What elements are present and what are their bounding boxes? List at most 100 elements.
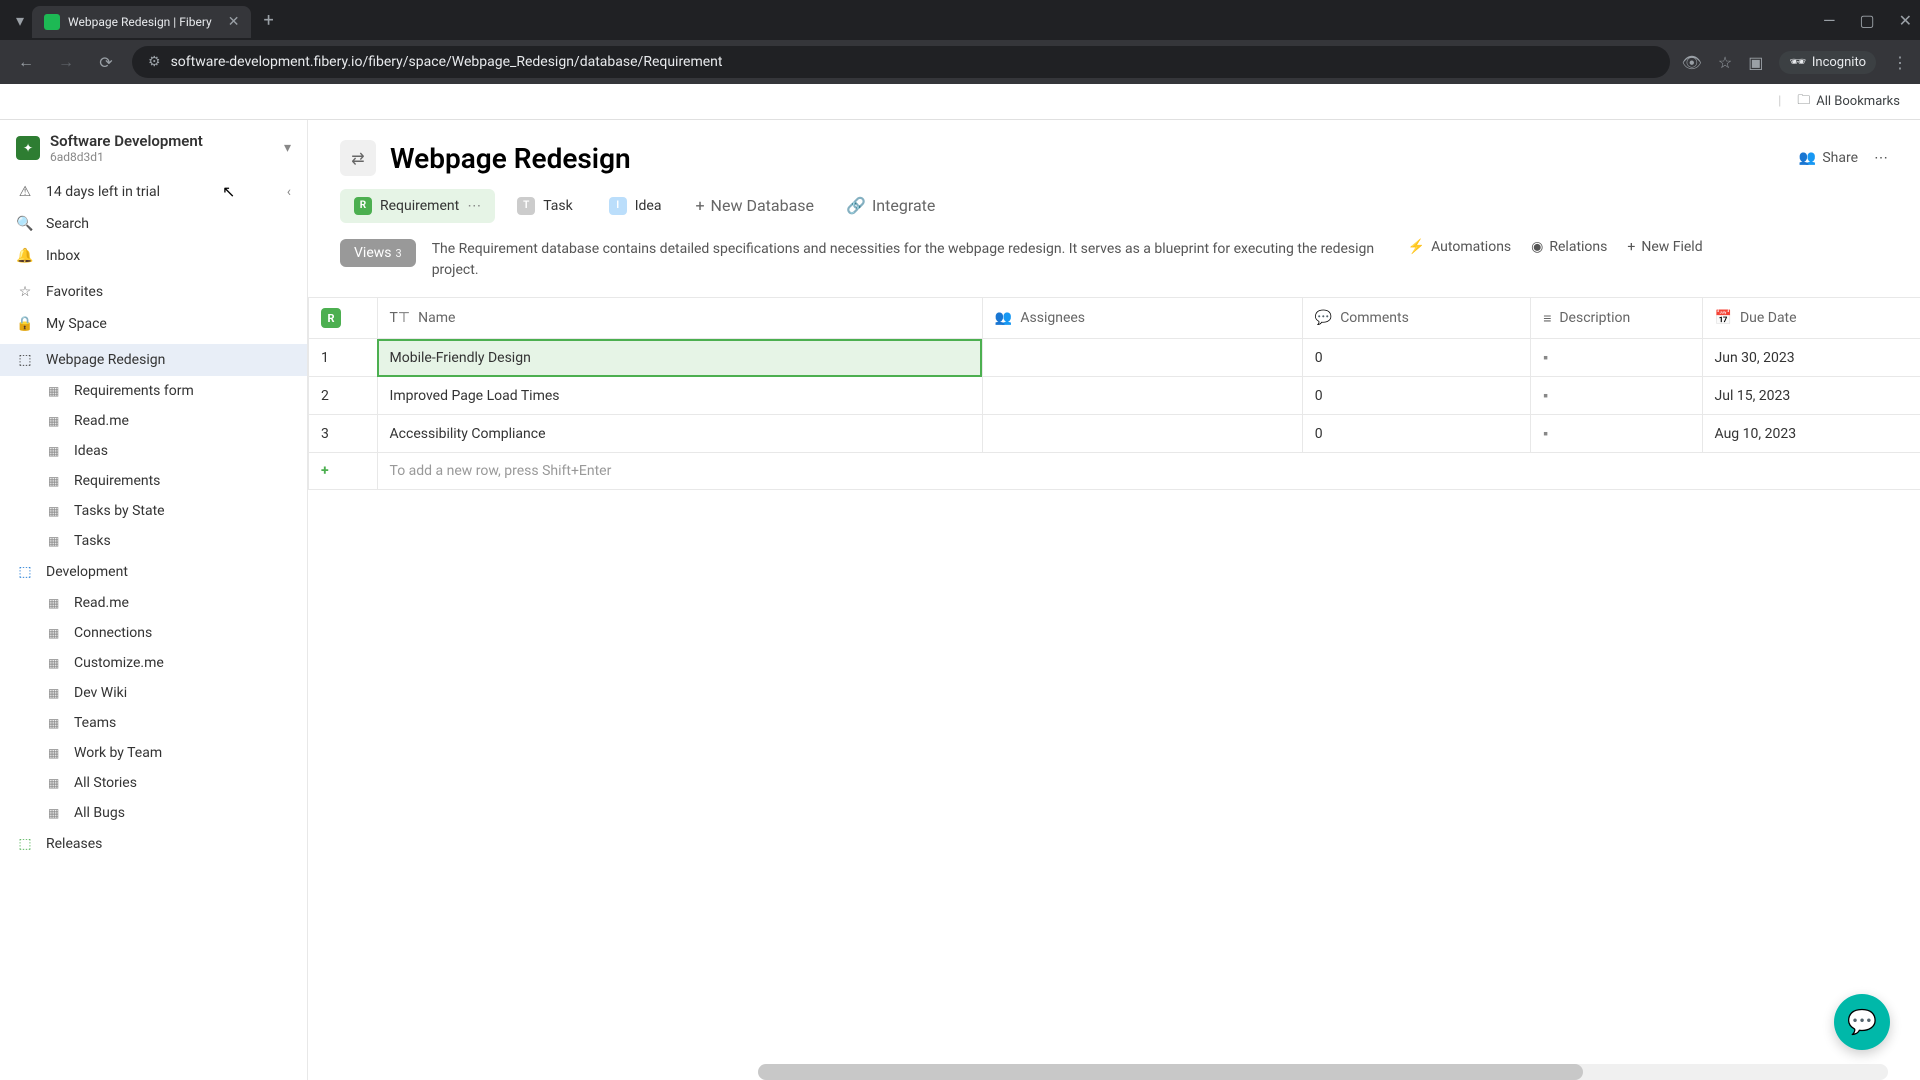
cell-assignees[interactable] [982, 339, 1302, 377]
sidebar-item-read-me[interactable]: ▦Read.me [0, 406, 307, 436]
forward-button[interactable]: → [52, 52, 80, 72]
cell-comments[interactable]: 0 [1302, 377, 1530, 415]
cell-comments[interactable]: 0 [1302, 339, 1530, 377]
sidebar-item-dev-wiki[interactable]: ▦Dev Wiki [0, 678, 307, 708]
sidebar-item-teams[interactable]: ▦Teams [0, 708, 307, 738]
workspace-switcher[interactable]: ✦ Software Development 6ad8d3d1 ▾ [0, 120, 307, 176]
tabs-dropdown-icon[interactable]: ▾ [8, 11, 32, 30]
view-icon: ▦ [48, 534, 64, 548]
minimize-icon[interactable]: ― [1823, 11, 1836, 30]
reload-button[interactable]: ⟳ [92, 53, 120, 72]
sidebar-item-all-bugs[interactable]: ▦All Bugs [0, 798, 307, 828]
cell-name[interactable]: Accessibility Compliance [377, 415, 982, 453]
cell-duedate[interactable]: Aug 10, 2023 [1702, 415, 1920, 453]
cell-description[interactable]: ▪ [1531, 377, 1702, 415]
space-icon: ⬚ [16, 564, 34, 580]
database-table: R T⊤Name 👥Assignees 💬Comments ≡Descripti… [308, 297, 1920, 490]
site-settings-icon[interactable]: ⚙ [148, 54, 161, 70]
horizontal-scrollbar[interactable] [758, 1064, 1888, 1080]
views-button[interactable]: Views 3 [340, 239, 416, 267]
sidebar-item-requirements-form[interactable]: ▦Requirements form [0, 376, 307, 406]
note-icon: ▪ [1543, 350, 1548, 366]
sidebar-item-read-me[interactable]: ▦Read.me [0, 588, 307, 618]
column-header-duedate[interactable]: 📅Due Date [1702, 298, 1920, 339]
cell-name[interactable]: Improved Page Load Times [377, 377, 982, 415]
page-title[interactable]: Webpage Redesign [390, 142, 1785, 175]
column-header-assignees[interactable]: 👥Assignees [982, 298, 1302, 339]
sidebar-item-tasks[interactable]: ▦Tasks [0, 526, 307, 556]
database-tab-task[interactable]: TTask [503, 189, 587, 223]
relations-button[interactable]: ◉ Relations [1531, 239, 1607, 255]
cell-comments[interactable]: 0 [1302, 415, 1530, 453]
address-bar[interactable]: ⚙ software-development.fibery.io/fibery/… [132, 46, 1670, 78]
view-icon: ▦ [48, 414, 64, 428]
sidebar-item-favorites[interactable]: ☆ Favorites [0, 276, 307, 308]
sidebar-item-connections[interactable]: ▦Connections [0, 618, 307, 648]
workspace-name: Software Development [50, 132, 274, 150]
view-icon: ▦ [48, 746, 64, 760]
cell-name[interactable]: Mobile-Friendly Design [377, 339, 982, 377]
sidebar-item-requirements[interactable]: ▦Requirements [0, 466, 307, 496]
plus-icon: + [321, 463, 329, 479]
view-icon: ▦ [48, 474, 64, 488]
sidebar-item-inbox[interactable]: 🔔 Inbox [0, 240, 307, 272]
view-icon: ▦ [48, 384, 64, 398]
column-header-comments[interactable]: 💬Comments [1302, 298, 1530, 339]
share-button[interactable]: 👥 Share [1799, 150, 1858, 166]
table-row[interactable]: 2 Improved Page Load Times 0 ▪ Jul 15, 2… [309, 377, 1920, 415]
automations-button[interactable]: ⚡ Automations [1408, 239, 1511, 255]
sidebar-item-customize-me[interactable]: ▦Customize.me [0, 648, 307, 678]
database-tab-idea[interactable]: IIdea [595, 189, 676, 223]
tab-close-icon[interactable]: ✕ [228, 14, 240, 30]
new-field-button[interactable]: + New Field [1627, 239, 1702, 255]
sidebar-item-tasks-by-state[interactable]: ▦Tasks by State [0, 496, 307, 526]
cell-duedate[interactable]: Jun 30, 2023 [1702, 339, 1920, 377]
column-corner[interactable]: R [309, 298, 378, 339]
sidebar-item-my-space[interactable]: 🔒 My Space [0, 308, 307, 340]
cell-duedate[interactable]: Jul 15, 2023 [1702, 377, 1920, 415]
maximize-icon[interactable]: ▢ [1859, 11, 1874, 30]
add-row[interactable]: +To add a new row, press Shift+Enter [309, 453, 1920, 490]
cell-description[interactable]: ▪ [1531, 339, 1702, 377]
browser-menu-icon[interactable]: ⋮ [1892, 53, 1908, 72]
search-icon: 🔍 [16, 216, 34, 232]
column-header-description[interactable]: ≡Description [1531, 298, 1702, 339]
eye-off-icon[interactable]: 👁 [1682, 53, 1702, 72]
page-more-icon[interactable]: ⋯ [1874, 150, 1888, 166]
table-row[interactable]: 3 Accessibility Compliance 0 ▪ Aug 10, 2… [309, 415, 1920, 453]
view-icon: ▦ [48, 806, 64, 820]
close-window-icon[interactable]: ✕ [1899, 11, 1912, 30]
new-tab-button[interactable]: + [251, 10, 285, 31]
browser-tab[interactable]: Webpage Redesign | Fibery ✕ [32, 6, 251, 38]
new-database-button[interactable]: +New Database [683, 188, 826, 223]
tab-title: Webpage Redesign | Fibery [68, 15, 212, 29]
table-row[interactable]: 1 Mobile-Friendly Design 0 ▪ Jun 30, 202… [309, 339, 1920, 377]
sidebar-item-all-stories[interactable]: ▦All Stories [0, 768, 307, 798]
database-description[interactable]: The Requirement database contains detail… [432, 239, 1392, 281]
bookmark-star-icon[interactable]: ☆ [1718, 53, 1732, 72]
sidebar-space-development[interactable]: ⬚Development [0, 556, 307, 588]
incognito-badge[interactable]: 🕶 Incognito [1779, 51, 1876, 74]
sidebar-space-webpage-redesign[interactable]: ⬚Webpage Redesign [0, 344, 307, 376]
all-bookmarks-button[interactable]: 🗀 All Bookmarks [1797, 91, 1900, 113]
row-number: 2 [309, 377, 378, 415]
page-icon[interactable]: ⇄ [340, 140, 376, 176]
sidebar-item-trial[interactable]: ⚠ 14 days left in trial ‹ [0, 176, 307, 208]
cell-assignees[interactable] [982, 415, 1302, 453]
sidebar-item-ideas[interactable]: ▦Ideas [0, 436, 307, 466]
sidebar-item-work-by-team[interactable]: ▦Work by Team [0, 738, 307, 768]
chevron-left-icon[interactable]: ‹ [287, 184, 291, 200]
database-tab-requirement[interactable]: RRequirement⋯ [340, 189, 495, 223]
scrollbar-thumb[interactable] [758, 1064, 1583, 1080]
chat-fab-button[interactable]: 💬 [1834, 994, 1890, 1050]
column-header-name[interactable]: T⊤Name [377, 298, 982, 339]
integrate-button[interactable]: 🔗Integrate [834, 188, 947, 223]
panel-icon[interactable]: ▣ [1748, 53, 1763, 72]
sidebar-item-search[interactable]: 🔍 Search [0, 208, 307, 240]
sidebar-space-releases[interactable]: ⬚Releases [0, 828, 307, 860]
cell-description[interactable]: ▪ [1531, 415, 1702, 453]
tab-favicon-icon [44, 14, 60, 30]
cell-assignees[interactable] [982, 377, 1302, 415]
back-button[interactable]: ← [12, 52, 40, 72]
tab-more-icon[interactable]: ⋯ [467, 198, 481, 214]
